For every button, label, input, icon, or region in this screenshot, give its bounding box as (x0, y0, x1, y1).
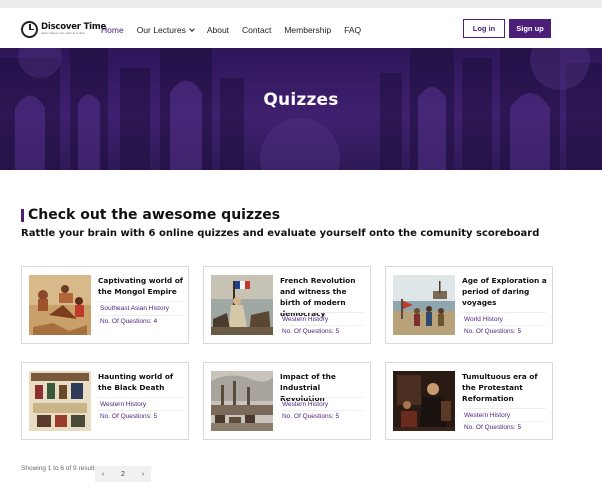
nav-faq[interactable]: FAQ (344, 25, 361, 35)
nav-membership[interactable]: Membership (284, 25, 331, 35)
section-subtitle: Rattle your brain with 6 online quizzes … (21, 228, 540, 239)
section-accent-bar (21, 209, 24, 222)
nav-our-lectures[interactable]: Our Lectures (136, 25, 195, 35)
divider (98, 397, 182, 398)
nav-contact[interactable]: Contact (242, 25, 271, 35)
pagination: ‹ 2 › (95, 466, 151, 482)
divider (98, 301, 182, 302)
quiz-question-count: No. Of Questions: 5 (282, 328, 340, 335)
divider (98, 315, 182, 316)
site-logo[interactable]: Discover Time learn history one quiz at … (21, 18, 106, 40)
mongol-battle-painting-icon (29, 275, 91, 335)
reformation-painting-icon (393, 371, 455, 431)
divider (98, 410, 182, 411)
quiz-question-count: No. Of Questions: 5 (464, 328, 522, 335)
nav-home[interactable]: Home (101, 25, 124, 35)
quiz-title: Haunting world of the Black Death (98, 372, 174, 392)
quiz-category: Western History (282, 316, 329, 323)
main-nav: Home Our Lectures About Contact Membersh… (101, 25, 374, 35)
quiz-question-count: No. Of Questions: 5 (100, 413, 158, 420)
quiz-category: Western History (464, 412, 511, 419)
divider (280, 325, 364, 326)
liberty-leading-people-painting-icon (211, 275, 273, 335)
quiz-question-count: No. Of Questions: 5 (282, 413, 340, 420)
divider (280, 397, 364, 398)
logo-name: Discover Time (41, 21, 107, 32)
divider (280, 410, 364, 411)
prev-page-button[interactable]: ‹ (95, 466, 111, 482)
quiz-card-black-death[interactable]: Haunting world of the Black Death Wester… (21, 362, 189, 440)
divider (280, 312, 364, 313)
quiz-card-protestant-reformation[interactable]: Tumultuous era of the Protestant Reforma… (385, 362, 553, 440)
divider (462, 312, 546, 313)
quiz-category: World History (464, 316, 503, 323)
page-title: Quizzes (263, 90, 339, 110)
results-count: Showing 1 to 6 of 9 results (21, 465, 98, 472)
page-number-button[interactable]: 2 (111, 466, 135, 482)
quiz-category: Southeast Asian History (100, 305, 170, 312)
quiz-title: Tumultuous era of the Protestant Reforma… (462, 372, 538, 403)
chevron-down-icon (188, 26, 195, 32)
quiz-title: Age of Exploration a period of daring vo… (462, 276, 547, 307)
logo-tagline: learn history one quiz at a time (41, 31, 86, 36)
quiz-title: Impact of the Industrial Revolution (280, 372, 336, 403)
nav-our-lectures-label: Our Lectures (136, 25, 186, 35)
quiz-question-count: No. Of Questions: 5 (464, 424, 522, 431)
next-page-button[interactable]: › (135, 466, 151, 482)
quiz-category: Western History (282, 401, 329, 408)
site-header: Discover Time learn history one quiz at … (0, 8, 602, 48)
explorers-landing-painting-icon (393, 275, 455, 335)
black-death-illustration-icon (29, 371, 91, 431)
quiz-category: Western History (100, 401, 147, 408)
hero-banner: Quizzes (0, 48, 602, 170)
login-button[interactable]: Log in (463, 19, 505, 38)
quiz-title: Captivating world of the Mongol Empire (98, 276, 184, 296)
section-title: Check out the awesome quizzes (28, 207, 281, 223)
browser-top-strip (0, 0, 602, 8)
divider (462, 325, 546, 326)
industrial-city-painting-icon (211, 371, 273, 431)
divider (462, 421, 546, 422)
quiz-card-age-of-exploration[interactable]: Age of Exploration a period of daring vo… (385, 266, 553, 344)
clock-icon (21, 20, 38, 38)
quiz-question-count: No. Of Questions: 4 (100, 318, 158, 325)
nav-about[interactable]: About (207, 25, 229, 35)
quiz-card-mongol[interactable]: Captivating world of the Mongol Empire S… (21, 266, 189, 344)
quiz-card-french-revolution[interactable]: French Revolution and witness the birth … (203, 266, 371, 344)
divider (462, 408, 546, 409)
signup-button[interactable]: Sign up (509, 19, 551, 38)
quiz-card-industrial-revolution[interactable]: Impact of the Industrial Revolution West… (203, 362, 371, 440)
